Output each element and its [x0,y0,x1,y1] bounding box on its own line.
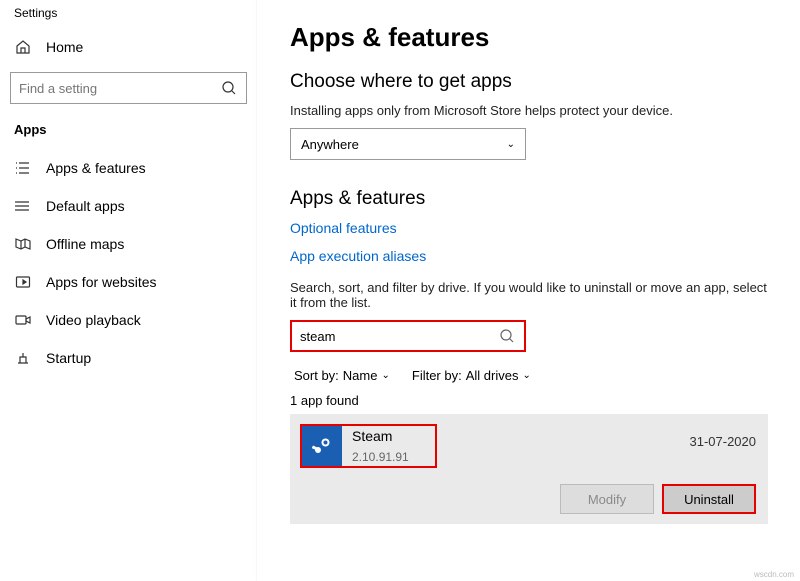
apps-found-count: 1 app found [290,393,768,408]
window-title: Settings [0,0,257,28]
app-version: 2.10.91.91 [352,450,409,464]
video-icon [14,311,32,329]
app-execution-aliases-link[interactable]: App execution aliases [290,248,426,264]
sort-by-control[interactable]: Sort by: Name ⌄ [294,368,390,383]
list-heading: Apps & features [290,188,768,210]
sidebar-item-label: Video playback [46,312,141,328]
modify-button: Modify [560,484,654,514]
filter-label: Filter by: [412,368,462,383]
page-title: Apps & features [290,22,768,53]
sort-value: Name [343,368,378,383]
sidebar-item-label: Apps & features [46,160,146,176]
sidebar-item-startup[interactable]: Startup [0,339,257,377]
sidebar-item-video-playback[interactable]: Video playback [0,301,257,339]
chevron-down-icon: ⌄ [507,139,515,150]
app-entry-steam[interactable]: Steam 2.10.91.91 31-07-2020 Modify Unins… [290,414,768,524]
sidebar-item-apps-websites[interactable]: Apps for websites [0,263,257,301]
choose-helper: Installing apps only from Microsoft Stor… [290,103,768,118]
app-source-dropdown[interactable]: Anywhere ⌄ [290,128,526,160]
sort-filter-row: Sort by: Name ⌄ Filter by: All drives ⌄ [290,364,768,393]
find-setting-field[interactable] [19,81,220,96]
startup-icon [14,349,32,367]
home-button[interactable]: Home [0,28,257,66]
sidebar-item-apps-features[interactable]: Apps & features [0,149,257,187]
find-setting-input[interactable] [10,72,247,104]
app-entry-highlight: Steam 2.10.91.91 [300,424,437,468]
main-content: Apps & features Choose where to get apps… [258,0,800,581]
sidebar-item-label: Offline maps [46,236,124,252]
sort-label: Sort by: [294,368,339,383]
search-helper: Search, sort, and filter by drive. If yo… [290,280,768,310]
list-icon [14,159,32,177]
sidebar-item-label: Startup [46,350,91,366]
watermark: wscdn.com [754,570,794,579]
sidebar: Settings Home Apps Apps & features Defau… [0,0,258,581]
steam-icon [302,426,342,466]
map-icon [14,235,32,253]
search-icon [220,79,238,97]
chevron-down-icon: ⌄ [381,370,389,381]
home-label: Home [46,39,83,55]
dropdown-value: Anywhere [301,137,359,152]
defaults-icon [14,197,32,215]
sidebar-item-label: Default apps [46,198,125,214]
filter-by-control[interactable]: Filter by: All drives ⌄ [412,368,531,383]
home-icon [14,38,32,56]
app-search-field[interactable] [300,329,498,344]
uninstall-button[interactable]: Uninstall [662,484,756,514]
sidebar-item-offline-maps[interactable]: Offline maps [0,225,257,263]
filter-value: All drives [466,368,519,383]
sidebar-section: Apps [0,118,257,149]
website-icon [14,273,32,291]
chevron-down-icon: ⌄ [522,370,530,381]
app-install-date: 31-07-2020 [690,424,757,449]
app-name: Steam [352,428,409,444]
search-icon [498,327,516,345]
optional-features-link[interactable]: Optional features [290,220,397,236]
sidebar-item-label: Apps for websites [46,274,157,290]
sidebar-item-default-apps[interactable]: Default apps [0,187,257,225]
choose-heading: Choose where to get apps [290,71,768,93]
app-search-input[interactable] [290,320,526,352]
